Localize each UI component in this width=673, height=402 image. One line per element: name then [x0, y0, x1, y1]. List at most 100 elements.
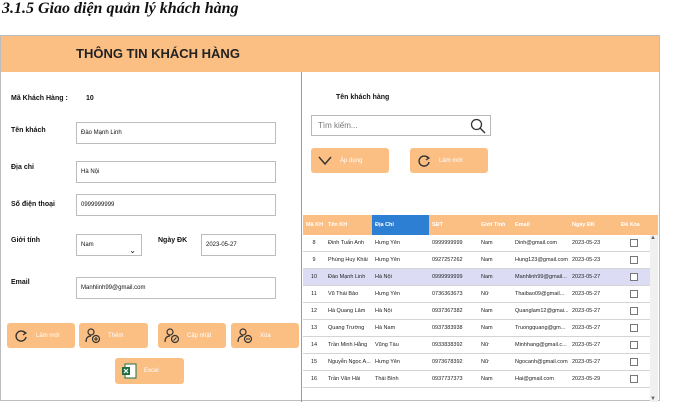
header-sdt[interactable]: SĐT	[429, 215, 478, 235]
add-customer-button[interactable]: Thêm	[79, 323, 148, 348]
search-input[interactable]: Tìm kiếm...	[311, 115, 491, 136]
deleted-cell	[618, 269, 650, 285]
update-customer-button[interactable]: Cập nhật	[158, 323, 226, 348]
name-label: Tên khách	[11, 127, 46, 134]
delete-customer-button[interactable]: Xóa	[231, 323, 299, 348]
table-cell: Ngocanh@gmail.com	[515, 359, 568, 365]
apply-filter-button[interactable]: Áp dụng	[311, 148, 389, 173]
table-cell: Hà Quang Lâm	[328, 308, 366, 314]
register-date-field[interactable]: 2023-05-27	[201, 234, 276, 256]
header-dia-chi[interactable]: Địa Chỉ	[372, 215, 429, 235]
table-cell: Nam	[481, 257, 493, 263]
export-excel-label: Excel	[144, 368, 159, 374]
deleted-checkbox[interactable]	[630, 341, 638, 349]
table-row[interactable]: 16 Trần Văn Hải Thái Bình 0937737373 Nam Hai@…	[303, 371, 658, 388]
deleted-checkbox[interactable]	[630, 307, 638, 315]
name-field[interactable]: Đào Mạnh Linh	[76, 122, 276, 144]
table-cell: 16	[310, 376, 318, 382]
search-icon[interactable]	[470, 118, 486, 139]
deleted-checkbox[interactable]	[630, 375, 638, 383]
scroll-down-icon[interactable]: ▼	[650, 396, 656, 402]
table-row[interactable]: 14 Trần Minh Hằng Vũng Tàu 0933838392 Nữ Minh…	[303, 337, 658, 354]
table-cell: 0927257262	[432, 257, 463, 263]
customer-window: THÔNG TIN KHÁCH HÀNG Mã Khách Hàng : 10 …	[0, 35, 660, 402]
header-gioi-tinh[interactable]: Giới Tính	[478, 215, 512, 235]
chevron-down-icon: ⌄	[129, 246, 136, 255]
register-date-label: Ngày ĐK	[158, 237, 188, 244]
deleted-checkbox[interactable]	[630, 256, 638, 264]
table-cell: Manhlinh99@gmail...	[515, 274, 567, 280]
chevron-down-icon	[316, 152, 334, 170]
header-ma-kh[interactable]: Mã KH	[303, 215, 325, 235]
table-cell: 2023-05-27	[572, 308, 601, 314]
table-cell: 0937383938	[432, 325, 463, 331]
deleted-cell	[618, 354, 650, 370]
window-title: THÔNG TIN KHÁCH HÀNG	[76, 46, 240, 61]
table-cell: Truongquang@gm...	[515, 325, 566, 331]
table-cell: Nữ	[481, 359, 489, 365]
refresh-icon	[12, 327, 30, 345]
customer-id-value: 10	[86, 95, 94, 102]
reset-search-button[interactable]: Làm mới	[410, 148, 488, 173]
deleted-checkbox[interactable]	[630, 324, 638, 332]
phone-field[interactable]: 0999999999	[76, 194, 276, 216]
table-cell: Đào Mạnh Linh	[328, 274, 366, 280]
table-cell: 2023-05-23	[572, 257, 601, 263]
table-row[interactable]: 11 Vũ Thái Bảo Hưng Yên 0736363673 Nữ Thaibao…	[303, 286, 658, 303]
reset-search-label: Làm mới	[439, 157, 463, 164]
deleted-cell	[618, 320, 650, 336]
address-field[interactable]: Hà Nội	[76, 161, 276, 183]
gender-select-value: Nam	[81, 242, 94, 248]
table-row[interactable]: 13 Quang Trường Hà Nam 0937383938 Nam Truongq…	[303, 320, 658, 337]
table-row[interactable]: 9 Phùng Huy Khải Hưng Yên 0927257262 Nam Hung…	[303, 252, 658, 269]
table-cell: Nam	[481, 308, 493, 314]
table-cell: Nam	[481, 274, 493, 280]
table-cell: Thái Bình	[375, 376, 399, 382]
table-cell: 2023-05-29	[572, 376, 601, 382]
deleted-checkbox[interactable]	[630, 358, 638, 366]
table-row[interactable]: 8 Đinh Tuấn Anh Hưng Yên 0999999999 Nam Dinh@…	[303, 235, 658, 252]
deleted-cell	[618, 286, 650, 302]
export-excel-button[interactable]: Excel	[115, 358, 184, 384]
table-cell: 11	[311, 291, 317, 297]
table-cell: 0933838392	[432, 342, 463, 348]
table-cell: Nữ	[481, 342, 489, 348]
refresh-button-label: Làm mới	[36, 332, 60, 339]
apply-filter-label: Áp dụng	[340, 157, 363, 164]
edit-user-icon	[163, 327, 181, 345]
refresh-button[interactable]: Làm mới	[7, 323, 75, 348]
header-da-xoa[interactable]: Đã Xóa	[618, 215, 650, 235]
scroll-up-icon[interactable]: ▲	[650, 235, 656, 241]
deleted-cell	[618, 303, 650, 319]
remove-user-icon	[236, 327, 254, 345]
table-cell: Nữ	[481, 291, 489, 297]
table-cell: Nam	[481, 325, 493, 331]
phone-label: Số điện thoại	[11, 201, 55, 208]
table-row[interactable]: 10 Đào Mạnh Linh Hà Nội 0999999999 Nam Manhli…	[303, 269, 658, 286]
table-row[interactable]: 15 Nguyễn Ngọc A... Hưng Yên 0973678392 Nữ Ng…	[303, 354, 658, 371]
header-ngay-dk[interactable]: Ngày ĐK	[569, 215, 618, 235]
customer-id-label: Mã Khách Hàng :	[11, 95, 68, 102]
table-cell: 0999999999	[432, 240, 463, 246]
deleted-checkbox[interactable]	[630, 273, 638, 281]
table-cell: 8	[312, 240, 316, 246]
table-cell: Thaibao09@gmail...	[515, 291, 565, 297]
header-email[interactable]: Email	[512, 215, 569, 235]
deleted-checkbox[interactable]	[630, 239, 638, 247]
delete-customer-label: Xóa	[260, 332, 271, 339]
table-cell: 9	[312, 257, 316, 263]
header-ten-kh[interactable]: Tên KH	[325, 215, 372, 235]
table-cell: 0937737373	[432, 376, 463, 382]
deleted-checkbox[interactable]	[630, 290, 638, 298]
table-cell: Vũng Tàu	[375, 342, 399, 348]
gender-select[interactable]: Nam ⌄	[76, 234, 142, 256]
search-placeholder: Tìm kiếm...	[318, 121, 358, 130]
table-row[interactable]: 12 Hà Quang Lâm Hà Nội 0937367382 Nam Quangla…	[303, 303, 658, 320]
table-cell: 2023-05-23	[572, 240, 601, 246]
email-field[interactable]: Manhlinh99@gmail.com	[76, 277, 276, 299]
table-scrollbar[interactable]: ▲ ▼	[650, 235, 658, 402]
table-cell: 0999999999	[432, 274, 463, 280]
table-header: Mã KH Tên KH Địa Chỉ SĐT Giới Tính Email…	[303, 215, 658, 235]
table-cell: 0937367382	[432, 308, 463, 314]
table-cell: Đinh Tuấn Anh	[328, 240, 365, 246]
